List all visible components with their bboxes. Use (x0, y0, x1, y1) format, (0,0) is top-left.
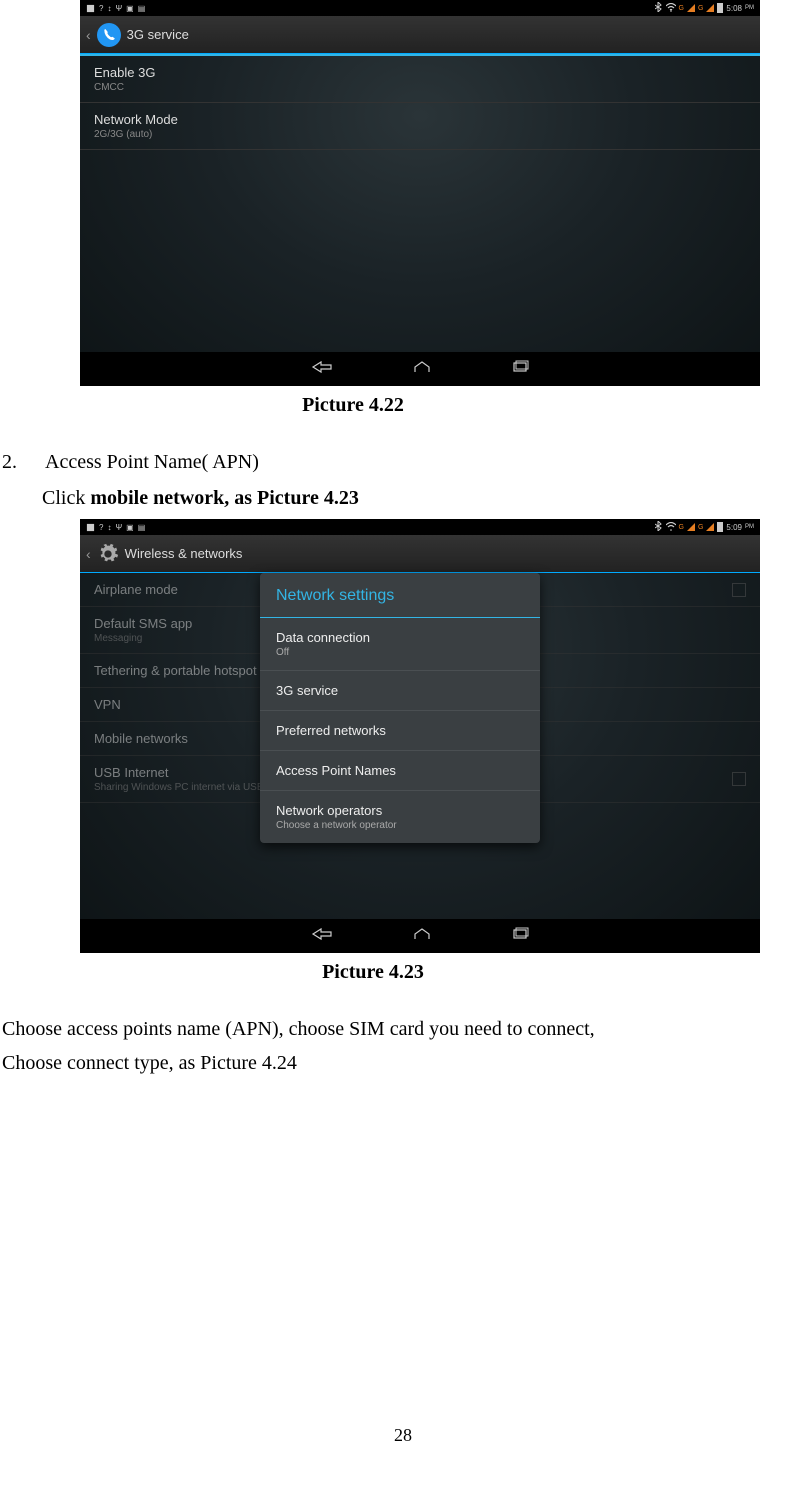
arrow-icon: ↕ (107, 523, 111, 532)
item-label: Tethering & portable hotspot (94, 663, 257, 678)
back-button[interactable] (311, 927, 333, 946)
step-instruction-bold: mobile network, as Picture 4.23 (90, 487, 359, 509)
sim2-g-icon: G (698, 524, 703, 531)
item-label: Network Mode (94, 112, 178, 127)
question-icon: ? (99, 4, 103, 13)
screenshot-3g-service: ? ↕ Ψ ▣ ▤ G G 5:08 PM ‹ 3G service (80, 0, 760, 386)
network-settings-popup: Network settings Data connection Off 3G … (260, 573, 540, 843)
usb-icon: Ψ (115, 4, 122, 13)
recent-button[interactable] (511, 360, 529, 379)
action-bar-title: Wireless & networks (125, 546, 243, 561)
bluetooth-icon (655, 521, 663, 533)
popup-item-3g-service[interactable]: 3G service (260, 671, 540, 711)
debug-icon: ▣ (126, 523, 134, 532)
settings-list: Enable 3G CMCC Network Mode 2G/3G (auto) (80, 56, 760, 150)
sim2-g-icon: G (698, 5, 703, 12)
item-label: Default SMS app (94, 616, 192, 631)
status-time: 5:09 (726, 523, 742, 532)
screenshot-network-settings: ? ↕ Ψ ▣ ▤ G G 5:09 PM ‹ Wireless & netw (80, 519, 760, 953)
popup-item-sub: Choose a network operator (276, 820, 524, 831)
checkbox-icon[interactable] (732, 583, 746, 597)
status-time-suffix: PM (745, 5, 754, 11)
back-icon[interactable]: ‹ (86, 27, 91, 43)
popup-item-network-operators[interactable]: Network operators Choose a network opera… (260, 791, 540, 843)
phone-icon (97, 23, 121, 47)
question-icon: ? (99, 523, 103, 532)
nfc-icon (86, 4, 95, 13)
popup-item-label: Data connection (276, 630, 524, 645)
item-label: Enable 3G (94, 65, 155, 80)
signal-sim1-icon (687, 4, 695, 12)
paragraph-2: Choose connect type, as Picture 4.24 (2, 1046, 804, 1080)
item-sub: Messaging (94, 633, 192, 644)
battery-icon (717, 3, 723, 13)
popup-item-label: Preferred networks (276, 723, 524, 738)
paragraph-1: Choose access points name (APN), choose … (2, 1012, 804, 1046)
home-button[interactable] (413, 360, 431, 379)
wifi-icon (666, 522, 676, 533)
wifi-icon (666, 3, 676, 14)
card-icon: ▤ (138, 4, 146, 13)
status-time-suffix: PM (745, 524, 754, 530)
usb-icon: Ψ (115, 523, 122, 532)
popup-item-label: Network operators (276, 803, 524, 818)
popup-item-data-connection[interactable]: Data connection Off (260, 618, 540, 671)
caption-4-23: Picture 4.23 (0, 961, 806, 984)
card-icon: ▤ (138, 523, 146, 532)
item-sub: CMCC (94, 82, 155, 93)
debug-icon: ▣ (126, 4, 134, 13)
nav-bar (80, 919, 760, 953)
popup-item-sub: Off (276, 647, 524, 658)
signal-sim2-icon (706, 4, 714, 12)
bluetooth-icon (655, 2, 663, 14)
popup-item-label: Access Point Names (276, 763, 524, 778)
popup-item-preferred-networks[interactable]: Preferred networks (260, 711, 540, 751)
step-title: Access Point Name( APN) (45, 445, 259, 479)
action-bar[interactable]: ‹ 3G service (80, 16, 760, 54)
caption-4-22: Picture 4.22 (0, 394, 806, 417)
sim1-g-icon: G (679, 5, 684, 12)
popup-item-apn[interactable]: Access Point Names (260, 751, 540, 791)
battery-icon (717, 522, 723, 532)
arrow-icon: ↕ (107, 4, 111, 13)
item-label: Airplane mode (94, 582, 178, 597)
nfc-icon (86, 523, 95, 532)
popup-item-label: 3G service (276, 683, 524, 698)
checkbox-icon[interactable] (732, 772, 746, 786)
signal-sim1-icon (687, 523, 695, 531)
action-bar-title: 3G service (127, 27, 189, 42)
sim1-g-icon: G (679, 524, 684, 531)
step-instruction-prefix: Click (42, 487, 90, 509)
list-item-enable-3g[interactable]: Enable 3G CMCC (80, 56, 760, 103)
item-label: Mobile networks (94, 731, 188, 746)
page-number: 28 (0, 1425, 806, 1446)
item-sub: 2G/3G (auto) (94, 129, 178, 140)
popup-title: Network settings (260, 573, 540, 618)
nav-bar (80, 352, 760, 386)
home-button[interactable] (413, 927, 431, 946)
status-bar: ? ↕ Ψ ▣ ▤ G G 5:09 PM (80, 519, 760, 535)
status-bar: ? ↕ Ψ ▣ ▤ G G 5:08 PM (80, 0, 760, 16)
back-icon[interactable]: ‹ (86, 546, 91, 562)
step-number: 2. (2, 445, 17, 479)
back-button[interactable] (311, 360, 333, 379)
recent-button[interactable] (511, 927, 529, 946)
list-item-network-mode[interactable]: Network Mode 2G/3G (auto) (80, 103, 760, 150)
action-bar[interactable]: ‹ Wireless & networks (80, 535, 760, 573)
status-time: 5:08 (726, 4, 742, 13)
gear-icon (97, 543, 119, 565)
item-label: VPN (94, 697, 121, 712)
signal-sim2-icon (706, 523, 714, 531)
